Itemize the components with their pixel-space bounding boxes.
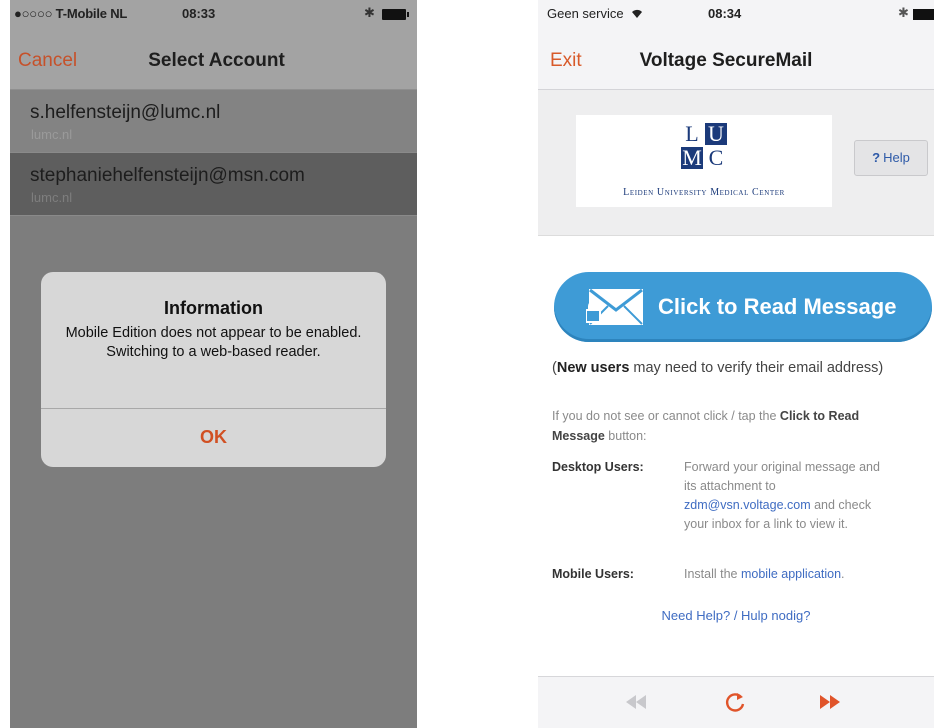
nav-bar: Exit Voltage SecureMail	[538, 28, 934, 90]
new-users-rest: may need to verify their email address)	[629, 360, 884, 376]
desktop-line: its attachment to	[684, 479, 776, 493]
header-banner: L U M C Leiden University Medical Center…	[538, 90, 934, 236]
carrier-label: ●○○○○ T-Mobile NL	[14, 6, 128, 21]
new-users-note: (New users may need to verify their emai…	[552, 360, 883, 376]
logo-letter: L	[681, 123, 703, 145]
carrier-label: Geen service	[547, 6, 644, 21]
desktop-line: your inbox for a link to view it.	[684, 517, 848, 531]
desktop-line: Forward your original message and	[684, 460, 880, 474]
intro-bold: Message	[552, 429, 605, 443]
status-bar: Geen service 08:34 ✱	[538, 0, 934, 28]
read-message-button[interactable]: Click to Read Message	[554, 272, 932, 342]
new-users-bold: New users	[556, 360, 630, 376]
information-alert: Information Mobile Edition does not appe…	[41, 272, 386, 467]
logo-name: Leiden University Medical Center	[623, 187, 785, 198]
mobile-users-text: Install the mobile application.	[684, 565, 934, 584]
help-button[interactable]: ? Help	[854, 140, 928, 176]
back-icon[interactable]	[626, 695, 646, 709]
help-icon: ?	[872, 150, 881, 165]
ok-button[interactable]: OK	[41, 408, 386, 467]
intro-bold: Click to Read	[779, 409, 860, 423]
intro-text: button:	[604, 429, 647, 443]
account-email: stephaniehelfensteijn@msn.com	[30, 165, 305, 186]
mobile-text: .	[841, 567, 845, 581]
logo-letter: C	[705, 147, 727, 169]
need-help-link[interactable]: Need Help? / Hulp nodig?	[538, 608, 934, 623]
desktop-users-label: Desktop Users:	[552, 460, 644, 474]
desktop-users-text: Forward your original message and its at…	[684, 458, 934, 534]
battery-icon	[913, 9, 934, 20]
carrier-text: Geen service	[547, 6, 624, 21]
browser-toolbar	[538, 676, 934, 728]
forward-email-link[interactable]: zdm@vsn.voltage.com	[684, 498, 811, 512]
account-row[interactable]: stephaniehelfensteijn@msn.com lumc.nl	[10, 153, 417, 216]
wifi-icon	[632, 9, 643, 18]
bluetooth-icon: ✱	[898, 5, 909, 20]
logo-mark: L U M C	[681, 123, 727, 171]
intro-text: If you do not see or cannot click / tap …	[552, 409, 780, 423]
battery-icon	[382, 9, 409, 20]
clock: 08:33	[182, 6, 216, 21]
alert-title: Information	[164, 298, 263, 318]
account-domain: lumc.nl	[31, 127, 73, 142]
forward-icon[interactable]	[820, 695, 840, 709]
nav-bar: Cancel Select Account	[10, 28, 417, 90]
account-email: s.helfensteijn@lumc.nl	[30, 102, 221, 123]
mobile-application-link[interactable]: mobile application	[741, 567, 841, 581]
envelope-lock-icon	[586, 288, 643, 325]
clock: 08:34	[708, 6, 742, 21]
logo-letter: M	[681, 145, 703, 170]
mobile-users-label: Mobile Users:	[552, 567, 634, 581]
bluetooth-icon: ✱	[364, 5, 375, 20]
help-label: Help	[883, 150, 910, 165]
left-phone-screen: ●○○○○ T-Mobile NL 08:33 ✱ Cancel Select …	[10, 0, 417, 728]
alert-message: Mobile Edition does not appear to be ena…	[65, 325, 362, 360]
right-phone-screen: Geen service 08:34 ✱ Exit Voltage Secure…	[538, 0, 934, 728]
page-title: Select Account	[148, 50, 285, 71]
read-message-label: Click to Read Message	[658, 294, 897, 319]
desktop-line: and check	[810, 498, 872, 512]
reload-icon[interactable]	[724, 691, 746, 713]
status-bar: ●○○○○ T-Mobile NL 08:33 ✱	[10, 0, 417, 28]
lumc-logo: L U M C Leiden University Medical Center	[576, 115, 832, 207]
instructions-intro: If you do not see or cannot click / tap …	[552, 406, 932, 446]
account-row[interactable]: s.helfensteijn@lumc.nl lumc.nl	[10, 90, 417, 153]
mobile-text: Install the	[684, 567, 741, 581]
logo-letter: U	[705, 123, 727, 145]
account-domain: lumc.nl	[31, 190, 73, 205]
page-title: Voltage SecureMail	[639, 50, 813, 71]
